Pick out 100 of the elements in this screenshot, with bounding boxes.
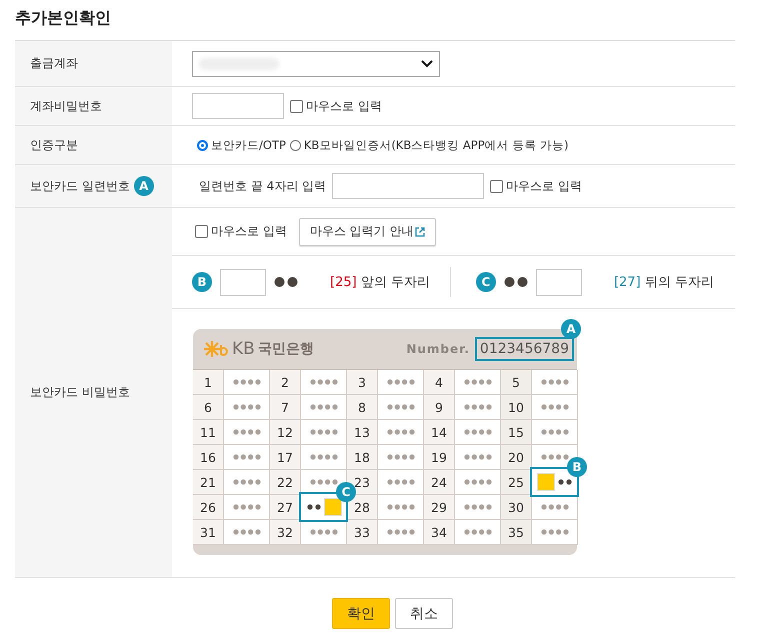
cell-number: 14 (431, 424, 447, 440)
dots-icon (274, 276, 298, 288)
cell-number: 32 (277, 524, 293, 540)
checkbox[interactable] (195, 225, 208, 238)
dots-icon (386, 404, 414, 410)
dots-icon (310, 479, 338, 485)
cell-number: 21 (200, 474, 216, 490)
cell-number: 30 (508, 500, 524, 514)
cell-number: 18 (354, 450, 370, 464)
cell-number: 33 (354, 524, 370, 540)
digit-instruction: [27] 뒤의 두자리 (614, 274, 714, 291)
dots-icon (232, 404, 260, 410)
cell-number: 29 (431, 500, 447, 514)
cell-number: 16 (200, 450, 216, 464)
cell-number: 13 (354, 424, 370, 440)
marker-badge: A (134, 176, 154, 196)
marker-badge: B (567, 457, 587, 477)
bank-name: 국민은행 (258, 340, 314, 358)
cell-number: 19 (431, 450, 447, 464)
dots-icon (232, 429, 260, 435)
number-label: Number. (406, 342, 470, 356)
digit-instruction: [25] 앞의 두자리 (330, 274, 430, 291)
cell-number: 27 (277, 500, 293, 514)
marker-badge: C (476, 272, 496, 292)
password-field[interactable] (192, 93, 284, 119)
cell-number: 31 (200, 524, 216, 540)
star-logo-icon (203, 340, 229, 358)
dots-icon (540, 529, 568, 535)
dots-icon (386, 454, 414, 460)
cell-number: 26 (200, 500, 216, 514)
dots-icon (540, 429, 568, 435)
dots-icon (310, 454, 338, 460)
dots-icon (310, 379, 338, 385)
cell-number: 4 (435, 374, 443, 390)
field-label: 보안카드 비밀번호 (30, 384, 130, 401)
cell-number: 20 (508, 450, 524, 464)
dots-icon (464, 504, 492, 510)
cell-number: 5 (512, 374, 520, 390)
radio-button[interactable] (290, 140, 301, 150)
cell-number: 23 (354, 474, 370, 490)
digit-field[interactable] (220, 268, 266, 296)
dots-icon (386, 479, 414, 485)
dots-icon (540, 404, 568, 410)
dots-icon (310, 529, 338, 535)
card-number: 0123456789 (480, 341, 569, 357)
cell-number: 9 (435, 400, 443, 414)
bank-logo-text: KB (232, 339, 255, 359)
cell-number: 35 (508, 524, 524, 540)
digit-square (538, 474, 554, 490)
dots-icon (464, 379, 492, 385)
cell-number: 34 (431, 524, 447, 540)
dots-icon (540, 379, 568, 385)
dots-icon (306, 504, 320, 510)
checkbox[interactable] (490, 180, 504, 192)
checkbox-label: 마우스로 입력 (506, 178, 582, 194)
cancel-button[interactable]: 취소 (395, 598, 453, 629)
dots-icon (540, 504, 568, 510)
cell-number: 1 (204, 374, 212, 390)
chevron-down-icon (421, 60, 433, 68)
cell-number: 24 (431, 474, 447, 490)
dots-icon (386, 504, 414, 510)
cell-number: 3 (358, 374, 366, 390)
cell-number: 25 (508, 474, 524, 490)
external-link-icon (415, 226, 426, 236)
dots-icon (464, 454, 492, 460)
dots-icon (386, 429, 414, 435)
dots-icon (310, 429, 338, 435)
marker-badge: B (192, 272, 212, 292)
dots-icon (386, 379, 414, 385)
account-select[interactable] (192, 50, 440, 76)
dots-icon (464, 429, 492, 435)
cell-number: 6 (204, 400, 212, 414)
dots-icon (504, 276, 528, 288)
radio-label: KB모바일인증서(KB스타뱅킹 APP에서 등록 가능) (304, 138, 568, 152)
dots-icon (232, 454, 260, 460)
field-label: 일련번호 끝 4자리 입력 (199, 178, 326, 194)
radio-label: 보안카드/OTP (211, 138, 286, 152)
section-title: 추가본인확인 (15, 7, 112, 29)
marker-badge: A (561, 319, 581, 339)
dots-icon (232, 529, 260, 535)
dots-icon (232, 504, 260, 510)
cell-number: 12 (277, 424, 293, 440)
field-label: 출금계좌 (30, 55, 78, 72)
checkbox-label: 마우스로 입력 (306, 98, 382, 114)
checkbox[interactable] (290, 100, 303, 112)
digit-square (324, 499, 340, 515)
cell-number: 17 (277, 450, 293, 464)
cell-number: 8 (358, 400, 366, 414)
digit-field[interactable] (536, 268, 582, 296)
radio-button[interactable] (197, 140, 208, 150)
confirm-button[interactable]: 확인 (332, 598, 390, 629)
dots-icon (232, 479, 260, 485)
field-label: 인증구분 (30, 136, 78, 154)
guide-button[interactable]: 마우스 입력기 안내 (298, 218, 436, 246)
checkbox-label: 마우스로 입력 (211, 223, 287, 240)
serial-field[interactable] (332, 173, 484, 199)
field-label: 계좌비밀번호 (30, 98, 102, 114)
cell-number: 7 (281, 400, 289, 414)
cell-number: 2 (281, 374, 289, 390)
dots-icon (464, 479, 492, 485)
